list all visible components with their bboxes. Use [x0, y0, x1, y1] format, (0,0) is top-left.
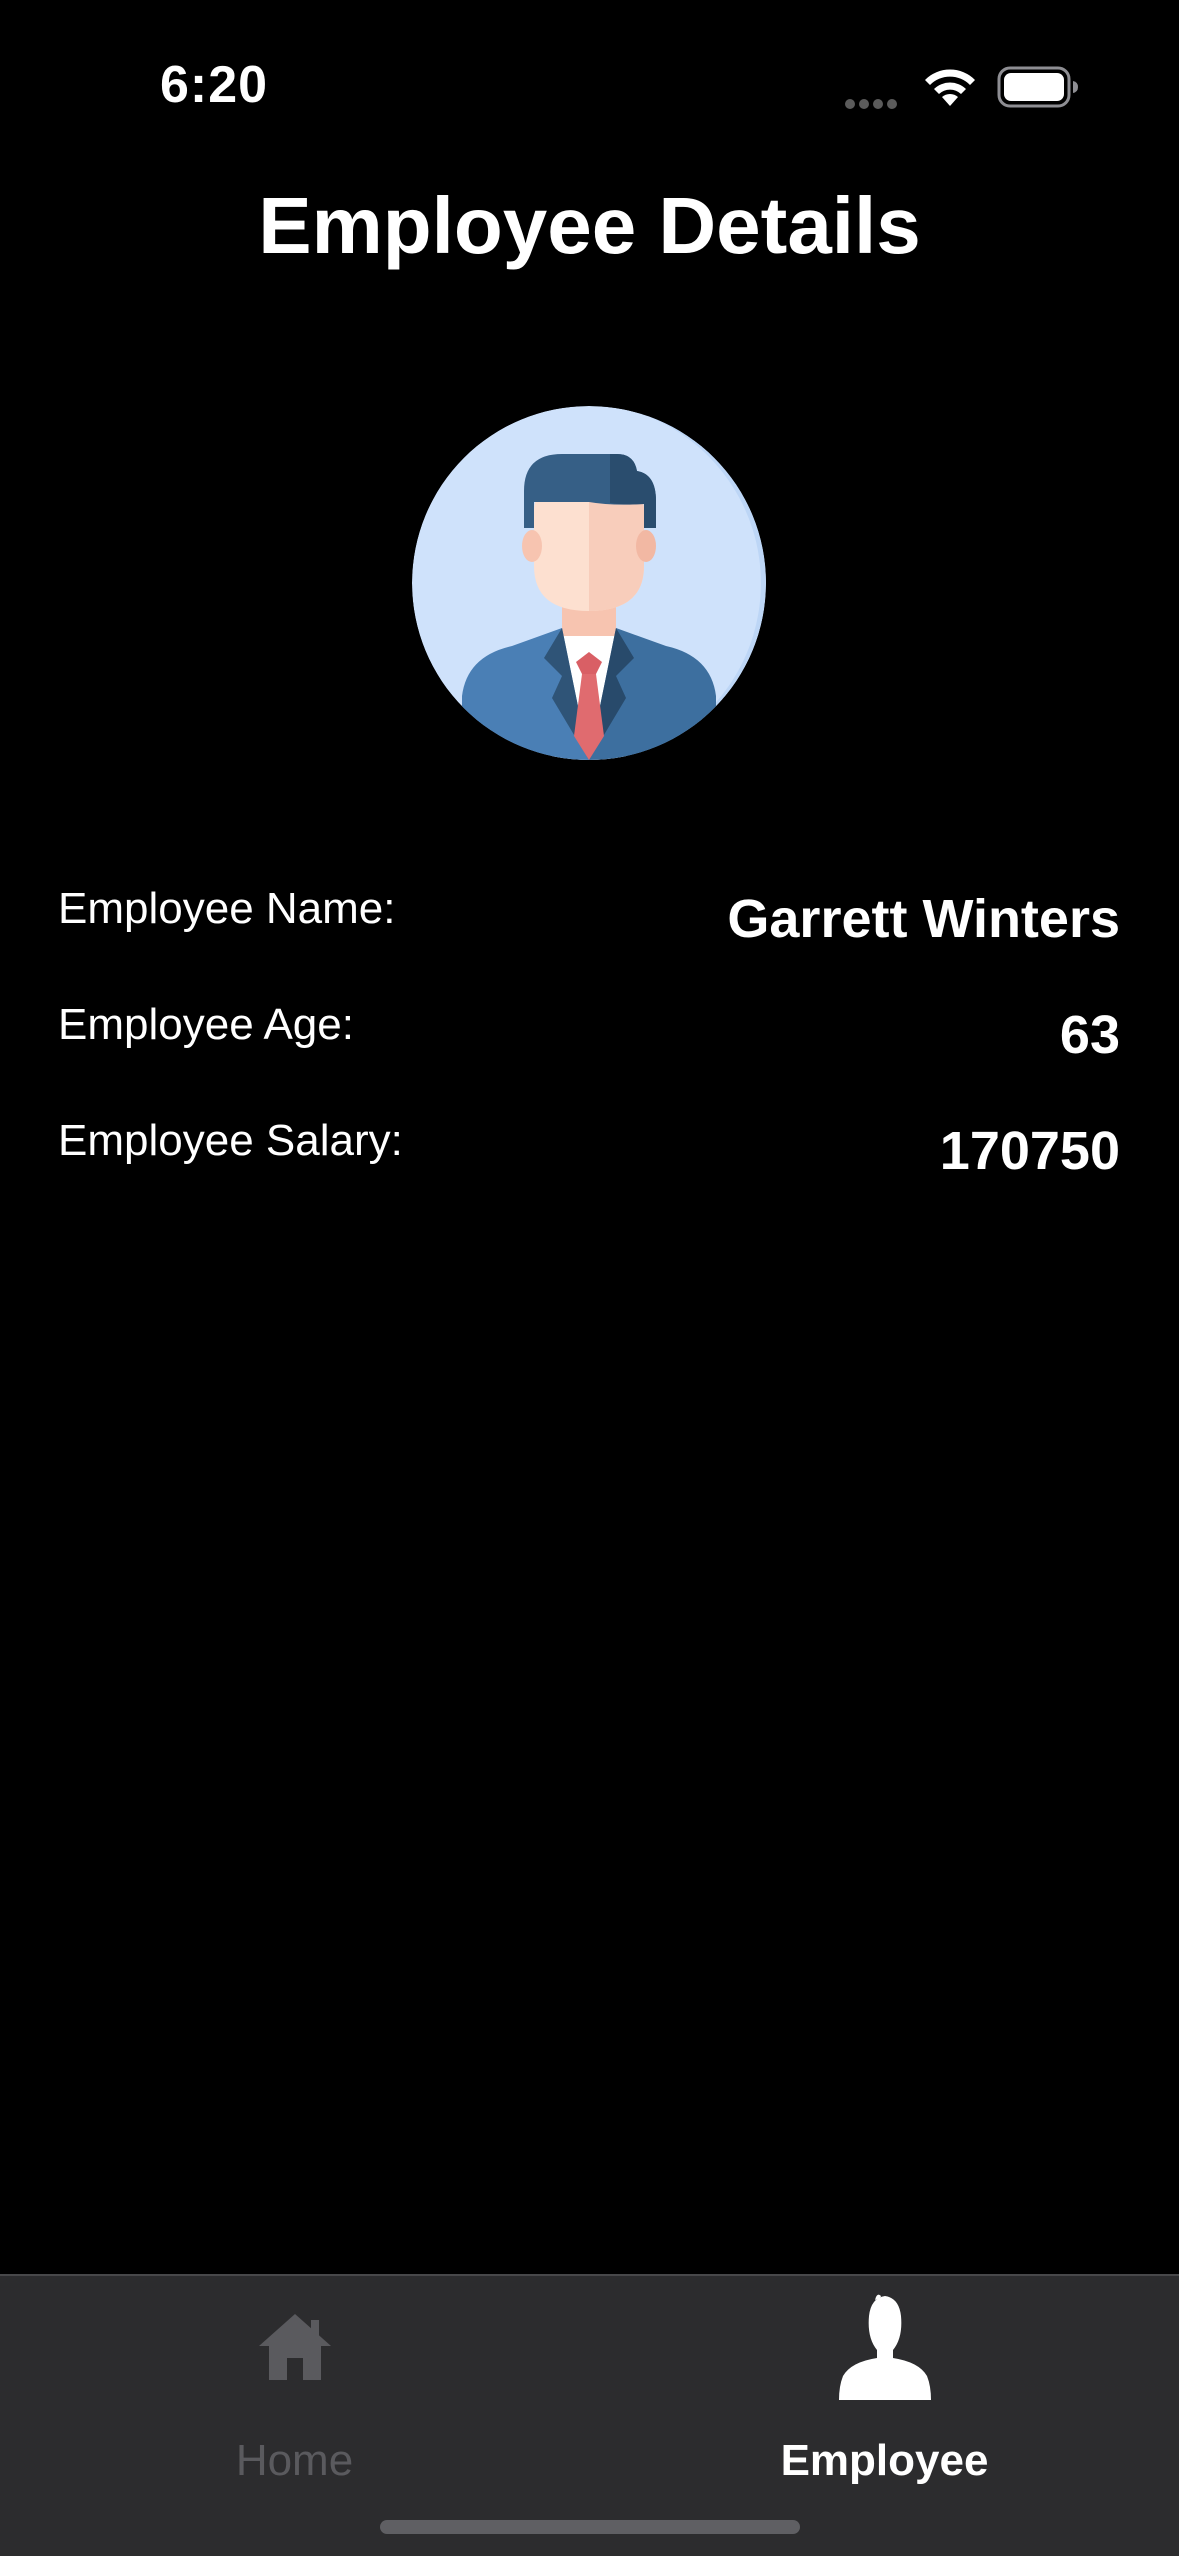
employee-age-row: Employee Age: 63	[58, 1000, 1120, 1080]
employee-name-value: Garrett Winters	[727, 889, 1120, 949]
cellular-signal-icon	[845, 96, 905, 109]
person-icon	[838, 2294, 931, 2400]
status-bar: 6:20	[0, 0, 1179, 160]
tab-employee[interactable]: Employee	[590, 2276, 1179, 2496]
battery-icon	[997, 66, 1078, 108]
employee-salary-value: 170750	[939, 1121, 1120, 1181]
employee-age-value: 63	[1059, 1005, 1120, 1065]
employee-age-label: Employee Age:	[58, 1000, 354, 1049]
tab-bar: Home Employee	[0, 2274, 1179, 2556]
tab-home[interactable]: Home	[0, 2276, 589, 2496]
home-indicator[interactable]	[380, 2520, 800, 2534]
employee-salary-label: Employee Salary:	[58, 1116, 403, 1165]
house-icon	[258, 2314, 331, 2380]
employee-name-row: Employee Name: Garrett Winters	[58, 884, 1120, 964]
employee-avatar-icon	[412, 406, 766, 760]
employee-salary-row: Employee Salary: 170750	[58, 1116, 1120, 1196]
employee-name-label: Employee Name:	[58, 884, 396, 933]
employee-details-screen: 6:20 Employee Details Employee Name: Gar…	[0, 0, 1179, 2556]
page-title: Employee Details	[258, 181, 921, 270]
tab-employee-label: Employee	[780, 2436, 989, 2485]
wifi-icon	[925, 69, 975, 106]
tab-home-label: Home	[235, 2436, 354, 2485]
status-time: 6:20	[160, 56, 269, 114]
